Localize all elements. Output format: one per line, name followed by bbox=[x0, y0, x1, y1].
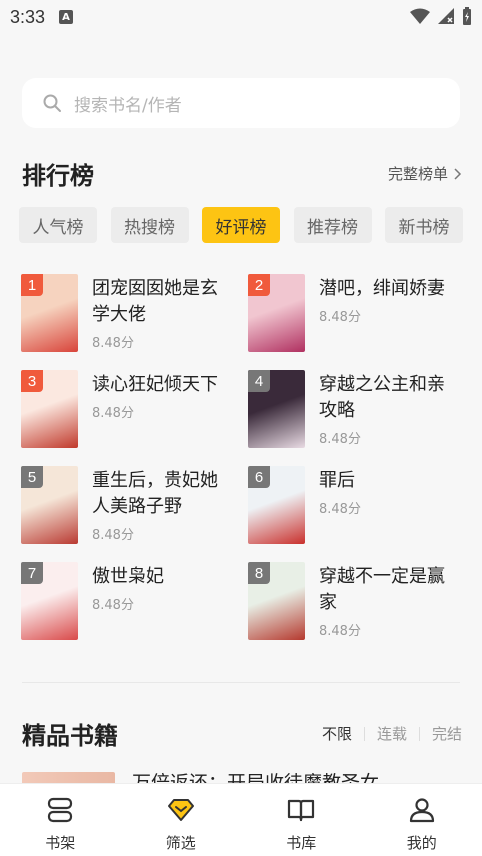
nav-library[interactable]: 书库 bbox=[241, 784, 361, 856]
wifi-icon bbox=[410, 8, 430, 24]
bottom-nav: 书架 筛选 书库 我的 bbox=[0, 783, 482, 856]
filter-completed[interactable]: 完结 bbox=[432, 723, 462, 744]
book-title: 傲世枭妃 bbox=[92, 566, 164, 587]
featured-title: 精品书籍 bbox=[22, 722, 118, 750]
book-cover: 7 bbox=[21, 562, 78, 640]
rank-badge: 4 bbox=[248, 370, 270, 392]
book-title: 潜吧，绯闻娇妻 bbox=[319, 278, 445, 299]
full-ranking-label: 完整榜单 bbox=[387, 165, 448, 183]
ranking-title: 排行榜 bbox=[22, 162, 94, 190]
filter-separator bbox=[363, 726, 365, 741]
tab-new-books[interactable]: 新书榜 bbox=[385, 207, 463, 243]
battery-icon bbox=[463, 7, 471, 25]
nav-bookshelf[interactable]: 书架 bbox=[0, 784, 120, 856]
status-icons bbox=[410, 7, 472, 25]
book-cover: 5 bbox=[21, 466, 78, 544]
book-title: 穿越之公主和亲攻略 bbox=[319, 374, 445, 421]
book-title: 罪后 bbox=[319, 470, 355, 491]
signal-icon bbox=[438, 8, 454, 24]
book-score: 8.48分 bbox=[92, 598, 134, 613]
tab-hot-search[interactable]: 热搜榜 bbox=[110, 207, 189, 243]
user-icon bbox=[409, 798, 434, 823]
book-score: 8.48分 bbox=[319, 624, 361, 639]
featured-filters: 不限 连载 完结 bbox=[322, 723, 462, 744]
ranking-book-item[interactable]: 7 傲世枭妃 8.48分 bbox=[21, 562, 248, 640]
nav-label: 我的 bbox=[406, 834, 437, 852]
book-cover: 1 bbox=[21, 274, 78, 352]
bookshelf-icon bbox=[48, 797, 73, 823]
rank-badge: 6 bbox=[248, 466, 270, 488]
book-score: 8.48分 bbox=[319, 432, 361, 447]
full-ranking-link[interactable]: 完整榜单 bbox=[388, 163, 462, 184]
rank-badge: 3 bbox=[21, 370, 43, 392]
book-title: 重生后，贵妃她人美路子野 bbox=[92, 470, 218, 517]
filter-ongoing[interactable]: 连载 bbox=[377, 723, 407, 744]
ranking-book-item[interactable]: 8 穿越不一定是赢家 8.48分 bbox=[248, 562, 461, 640]
filter-separator bbox=[418, 726, 420, 741]
filter-all[interactable]: 不限 bbox=[322, 723, 352, 744]
book-cover: 8 bbox=[248, 562, 305, 640]
rank-badge: 1 bbox=[21, 274, 43, 296]
book-score: 8.48分 bbox=[92, 406, 134, 421]
search-placeholder: 搜索书名/作者 bbox=[74, 95, 182, 116]
nav-profile[interactable]: 我的 bbox=[362, 784, 482, 856]
nav-label: 书库 bbox=[286, 834, 317, 852]
ranking-book-item[interactable]: 6 罪后 8.48分 bbox=[248, 466, 461, 544]
featured-header: 精品书籍 不限 连载 完结 bbox=[22, 716, 462, 751]
ranking-book-item[interactable]: 3 读心狂妃倾天下 8.48分 bbox=[21, 370, 248, 448]
tab-recommended[interactable]: 推荐榜 bbox=[293, 207, 372, 243]
search-bar[interactable]: 搜索书名/作者 bbox=[22, 78, 460, 128]
book-score: 8.48分 bbox=[92, 336, 134, 351]
book-title: 团宠囡囡她是玄学大佬 bbox=[92, 278, 218, 325]
book-score: 8.48分 bbox=[319, 310, 361, 325]
book-title: 穿越不一定是赢家 bbox=[319, 566, 445, 613]
open-book-icon bbox=[288, 799, 315, 822]
ranking-book-item[interactable]: 5 重生后，贵妃她人美路子野 8.48分 bbox=[21, 466, 248, 544]
status-bar: 3:33 A bbox=[0, 0, 482, 34]
tab-top-rated[interactable]: 好评榜 bbox=[202, 207, 280, 243]
rank-badge: 5 bbox=[21, 466, 43, 488]
ranking-book-item[interactable]: 4 穿越之公主和亲攻略 8.48分 bbox=[248, 370, 461, 448]
rank-badge: 2 bbox=[248, 274, 270, 296]
book-cover: 2 bbox=[248, 274, 305, 352]
status-time: 3:33 bbox=[10, 6, 46, 27]
book-cover: 4 bbox=[248, 370, 305, 448]
nav-label: 书架 bbox=[45, 834, 76, 852]
ranking-list: 1 团宠囡囡她是玄学大佬 8.48分 2 潜吧，绯闻娇妻 8.48分 3 读心狂妃倾… bbox=[21, 274, 461, 640]
ranking-header: 排行榜 完整榜单 bbox=[22, 156, 462, 191]
ranking-book-item[interactable]: 2 潜吧，绯闻娇妻 8.48分 bbox=[248, 274, 461, 352]
book-score: 8.48分 bbox=[319, 502, 361, 517]
book-cover: 3 bbox=[21, 370, 78, 448]
nav-filter[interactable]: 筛选 bbox=[121, 784, 241, 856]
ranking-book-item[interactable]: 1 团宠囡囡她是玄学大佬 8.48分 bbox=[21, 274, 248, 352]
book-cover: 6 bbox=[248, 466, 305, 544]
search-icon bbox=[43, 94, 61, 112]
rank-badge: 8 bbox=[248, 562, 270, 584]
book-title: 读心狂妃倾天下 bbox=[92, 374, 218, 395]
filter-diamond-icon bbox=[167, 799, 194, 821]
rank-badge: 7 bbox=[21, 562, 43, 584]
chevron-right-icon bbox=[454, 167, 462, 180]
section-divider bbox=[22, 682, 460, 683]
book-score: 8.48分 bbox=[92, 528, 134, 543]
ranking-tabs: 人气榜 热搜榜 好评榜 推荐榜 新书榜 bbox=[19, 207, 463, 243]
nav-label: 筛选 bbox=[165, 834, 196, 852]
tab-popularity[interactable]: 人气榜 bbox=[19, 207, 97, 243]
notification-icon: A bbox=[59, 10, 74, 24]
